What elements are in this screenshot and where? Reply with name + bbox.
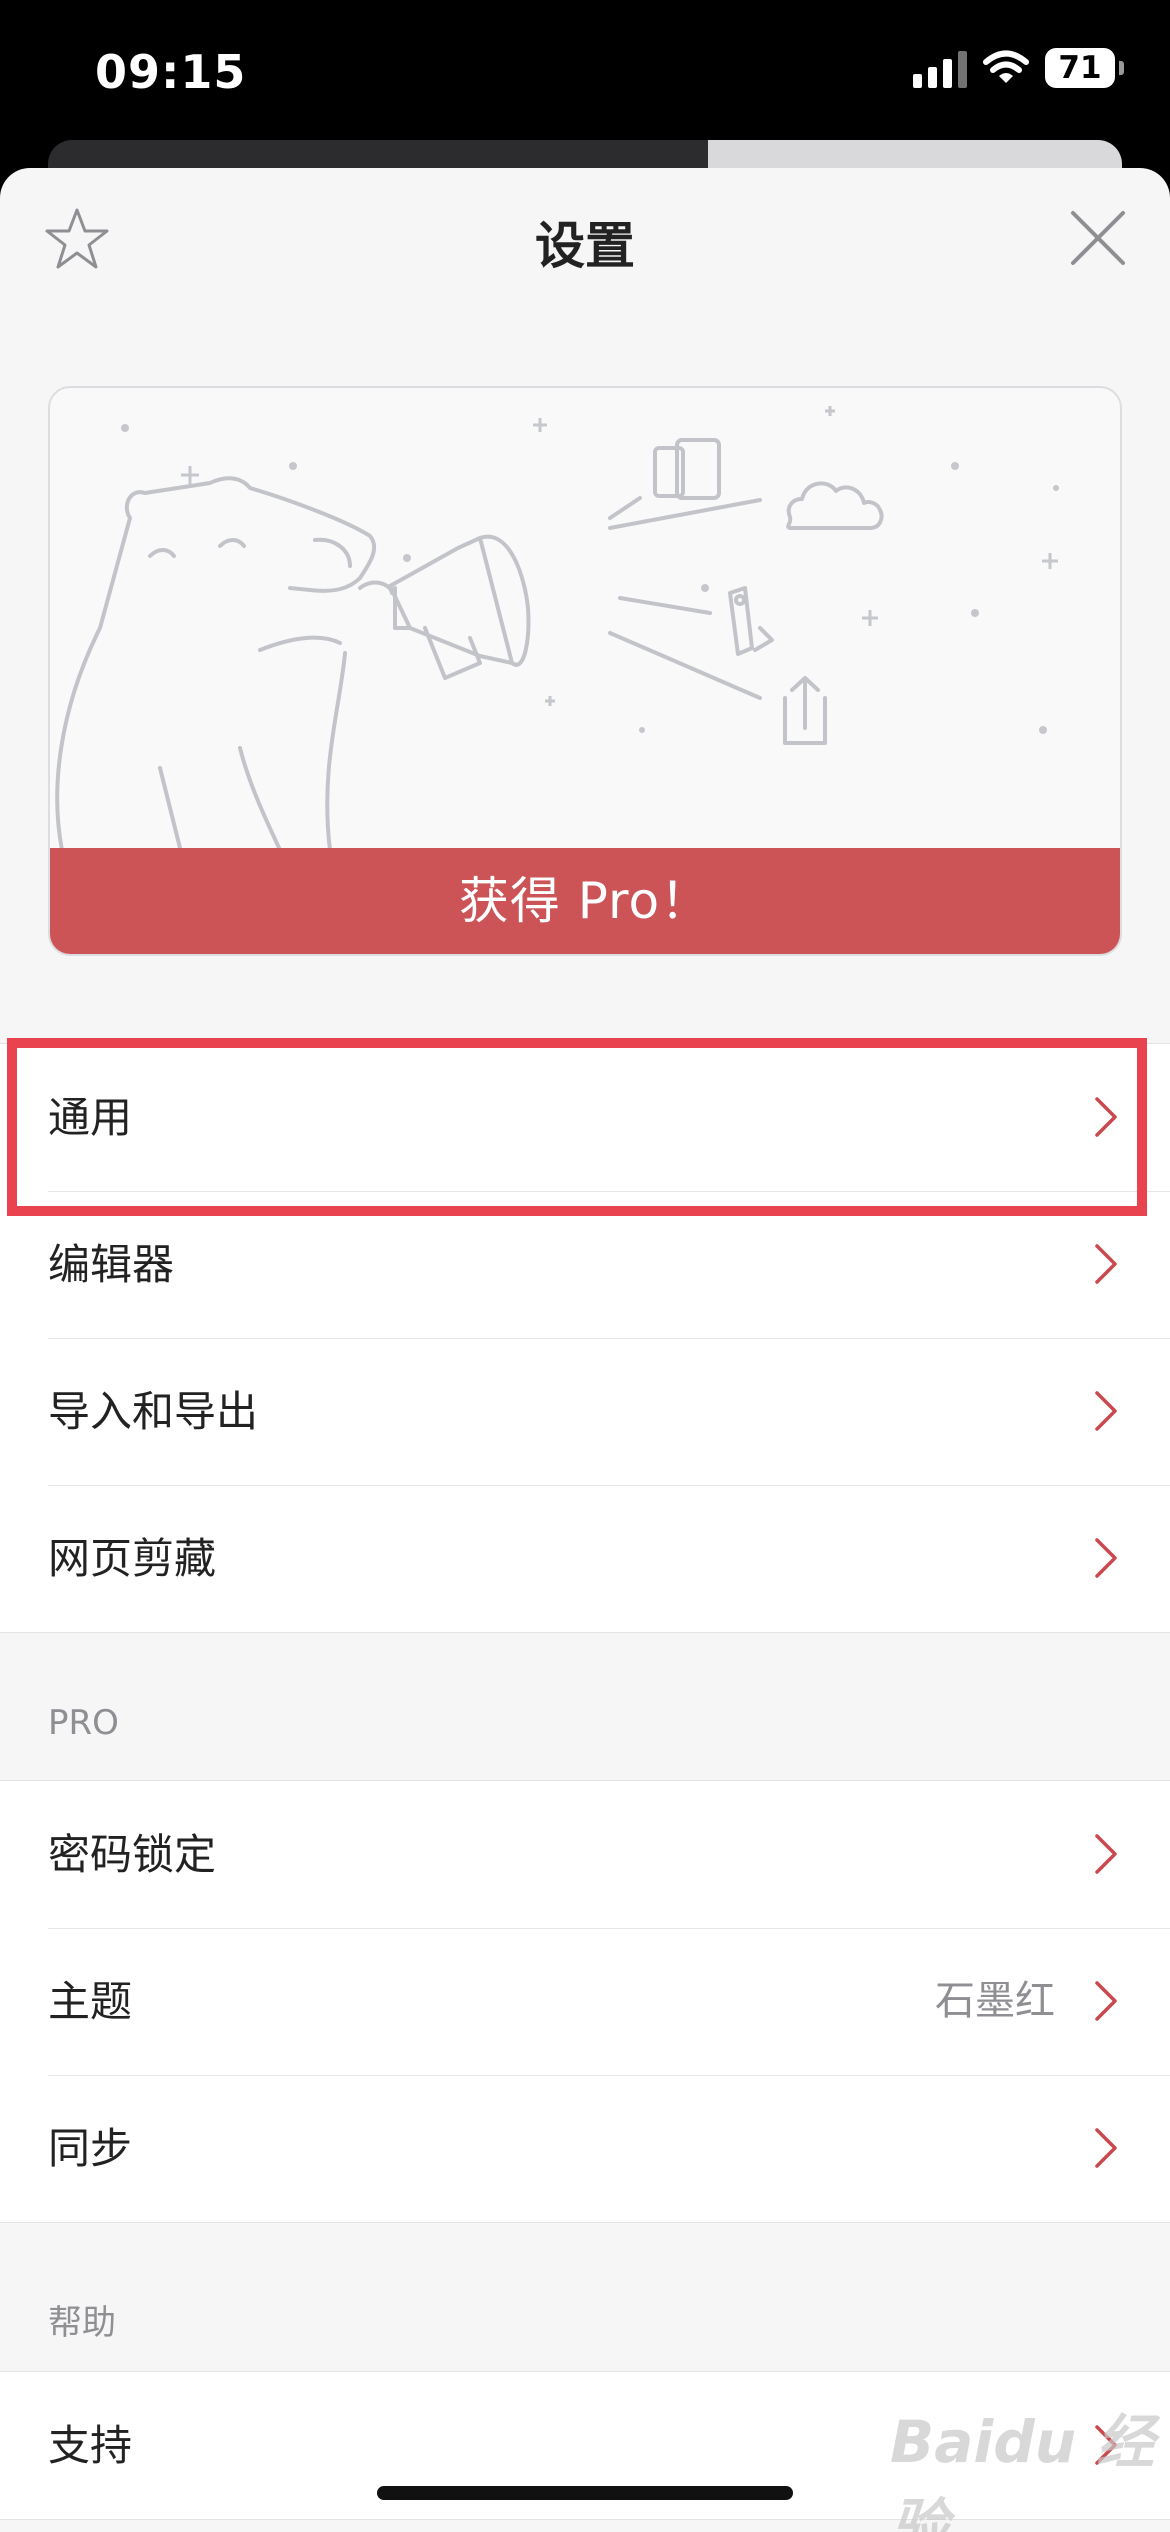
home-indicator [377, 2486, 793, 2500]
bear-megaphone-illustration [55, 406, 1059, 850]
list-item-label: 同步 [48, 2124, 133, 2173]
chevron-right-icon [1095, 1097, 1117, 1137]
list-item-label: 支持 [48, 2421, 133, 2470]
baidu-watermark: Baidu 经验 [890, 2408, 1155, 2532]
close-icon[interactable] [1068, 208, 1128, 268]
section-header-pro: PRO [48, 1703, 119, 1743]
pro-promo-card[interactable]: 获得 Pro！ [48, 386, 1122, 956]
list-item-general[interactable]: 通用 [0, 1044, 1170, 1191]
list-item-label: 通用 [48, 1093, 133, 1142]
wifi-icon [983, 50, 1029, 83]
battery-icon: 71 [1045, 48, 1124, 88]
chevron-right-icon [1095, 1538, 1117, 1578]
sheet-header: 设置 [0, 168, 1170, 303]
general-settings-list: 通用 编辑器 导入和导出 网页剪藏 [0, 1043, 1170, 1633]
list-item-theme[interactable]: 主题 石墨红 [0, 1928, 1170, 2075]
list-item-label: 编辑器 [48, 1240, 175, 1289]
list-item-label: 网页剪藏 [48, 1534, 217, 1583]
pro-settings-list: 密码锁定 主题 石墨红 同步 [0, 1780, 1170, 2223]
chevron-right-icon [1095, 1244, 1117, 1284]
list-item-label: 主题 [48, 1977, 133, 2026]
list-item-sync[interactable]: 同步 [0, 2075, 1170, 2222]
signal-icon [913, 48, 967, 88]
chevron-right-icon [1095, 2128, 1117, 2168]
chevron-right-icon [1095, 1981, 1117, 2021]
status-bar: 09:15 71 [0, 0, 1170, 150]
section-header-help: 帮助 [48, 2303, 116, 2343]
get-pro-button[interactable]: 获得 Pro！ [50, 848, 1120, 954]
theme-value: 石墨红 [935, 1978, 1055, 2024]
list-item-passcode-lock[interactable]: 密码锁定 [0, 1781, 1170, 1928]
list-item-web-clipper[interactable]: 网页剪藏 [0, 1485, 1170, 1632]
page-title: 设置 [535, 217, 635, 275]
list-item-label: 导入和导出 [48, 1387, 259, 1436]
status-time: 09:15 [95, 45, 247, 99]
status-icons: 71 [913, 48, 1124, 88]
list-item-editor[interactable]: 编辑器 [0, 1191, 1170, 1338]
chevron-right-icon [1095, 1834, 1117, 1874]
list-item-import-export[interactable]: 导入和导出 [0, 1338, 1170, 1485]
list-item-label: 密码锁定 [48, 1830, 217, 1879]
chevron-right-icon [1095, 1391, 1117, 1431]
